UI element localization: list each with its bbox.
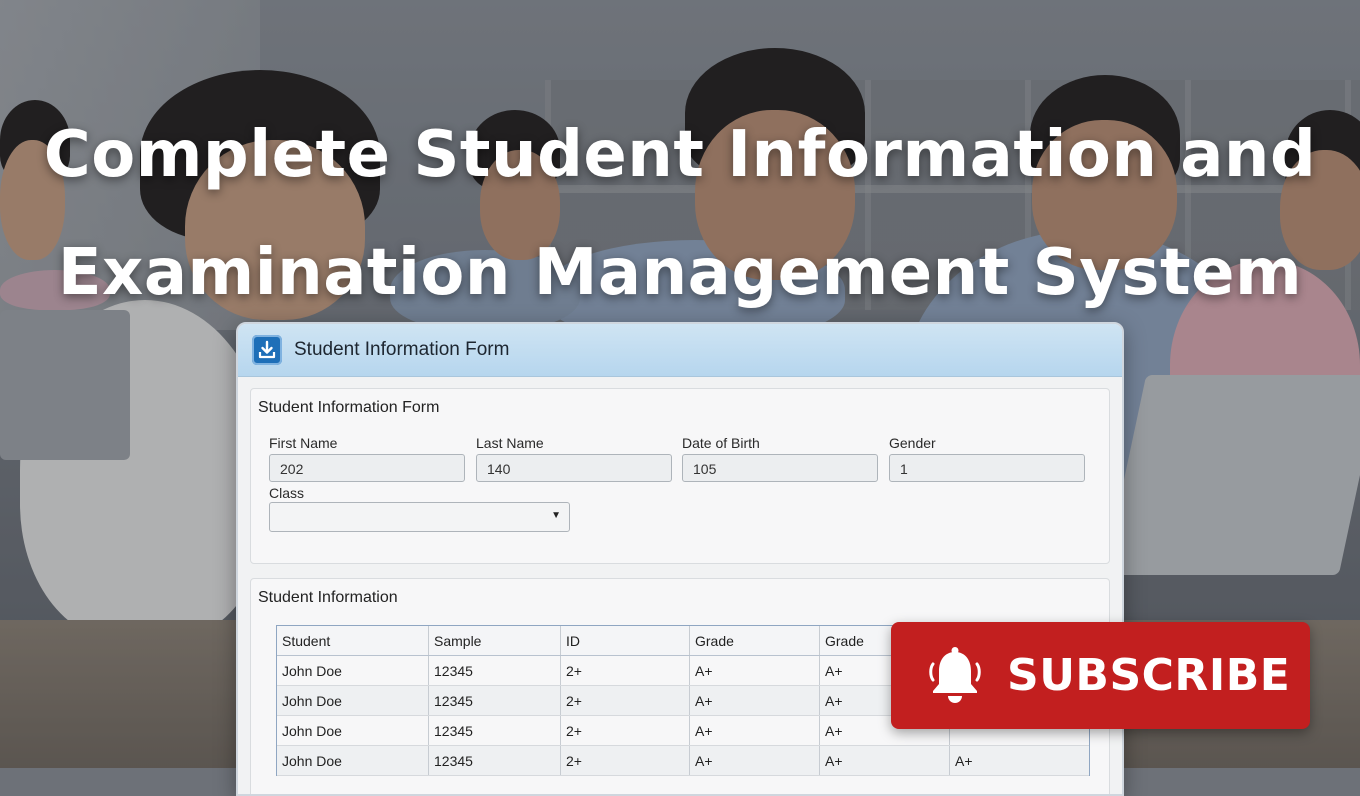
table-cell: 12345 [429, 686, 561, 715]
bell-icon [929, 646, 981, 703]
table-cell: A+ [690, 656, 820, 685]
class-select[interactable]: ▼ [269, 502, 570, 532]
column-header[interactable]: Grade [690, 626, 820, 655]
form-heading: Student Information Form [258, 399, 440, 416]
chevron-down-icon: ▼ [551, 510, 561, 521]
first-name-label: First Name [269, 435, 338, 451]
table-cell: A+ [690, 686, 820, 715]
date-of-birth-label: Date of Birth [682, 435, 760, 451]
table-cell: 12345 [429, 746, 561, 775]
headline: Complete Student Information and Examina… [0, 96, 1360, 332]
table-cell: John Doe [277, 716, 429, 745]
table-cell: A+ [690, 716, 820, 745]
column-header[interactable]: Sample [429, 626, 561, 655]
table-cell: 12345 [429, 656, 561, 685]
info-heading: Student Information [258, 589, 398, 606]
table-cell: John Doe [277, 746, 429, 775]
table-cell: 2+ [561, 746, 690, 775]
gender-input[interactable]: 1 [889, 454, 1085, 482]
subscribe-button[interactable]: SUBSCRIBE [891, 622, 1310, 729]
column-header[interactable]: ID [561, 626, 690, 655]
first-name-input[interactable]: 202 [269, 454, 465, 482]
class-label: Class [269, 485, 305, 501]
window-titlebar[interactable]: Student Information Form [238, 324, 1122, 377]
table-cell: 12345 [429, 716, 561, 745]
last-name-label: Last Name [476, 435, 544, 451]
table-cell: John Doe [277, 656, 429, 685]
table-row[interactable]: John Doe 12345 2+ A+ A+ A+ [277, 746, 1089, 776]
table-cell: 2+ [561, 716, 690, 745]
download-icon [252, 335, 282, 365]
table-cell: John Doe [277, 686, 429, 715]
table-cell: 2+ [561, 686, 690, 715]
headline-line-1: Complete Student Information and [43, 118, 1317, 192]
gender-label: Gender [889, 435, 936, 451]
student-form-panel: Student Information Form First Name 202 … [250, 388, 1110, 564]
column-header[interactable]: Student [277, 626, 429, 655]
table-cell: A+ [955, 753, 973, 769]
table-cell: 2+ [561, 656, 690, 685]
table-cell: A+ [690, 746, 820, 775]
last-name-input[interactable]: 140 [476, 454, 672, 482]
subscribe-label: SUBSCRIBE [1007, 650, 1291, 701]
table-cell: A+ [820, 746, 950, 775]
headline-line-2: Examination Management System [57, 236, 1303, 310]
window-title: Student Information Form [294, 339, 510, 360]
date-of-birth-input[interactable]: 105 [682, 454, 878, 482]
